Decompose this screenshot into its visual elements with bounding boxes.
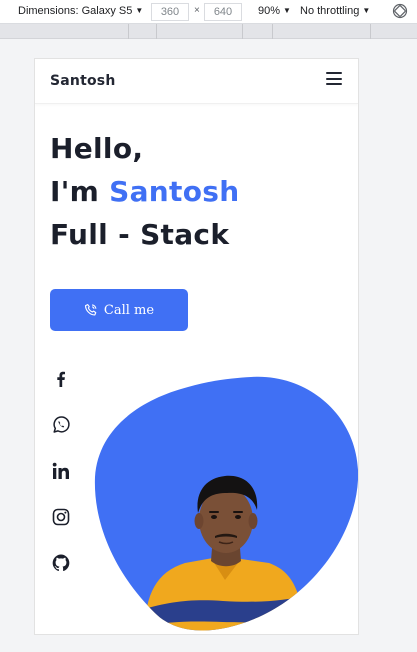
chevron-down-icon: ▼: [362, 6, 371, 15]
ruler-tick: [156, 24, 157, 39]
github-icon[interactable]: [51, 553, 71, 573]
device-select[interactable]: Dimensions: Galaxy S5 ▼: [18, 5, 143, 17]
ruler-tick: [370, 24, 371, 39]
whatsapp-icon[interactable]: [51, 415, 71, 435]
ruler-tick: [128, 24, 129, 39]
hero-name-prefix: I'm: [50, 175, 110, 208]
site-navbar: Santosh: [35, 59, 358, 104]
hamburger-menu-icon[interactable]: [326, 72, 342, 86]
chevron-down-icon: ▼: [135, 6, 144, 15]
zoom-select-label: 90%: [258, 5, 281, 17]
device-select-label: Dimensions: Galaxy S5: [18, 5, 133, 17]
hero-heading: Hello, I'm Santosh Full - Stack: [50, 127, 239, 256]
hero-line-name: I'm Santosh: [50, 170, 239, 213]
ruler-tick: [272, 24, 273, 39]
chevron-down-icon: ▼: [283, 6, 291, 15]
width-input[interactable]: 360: [151, 3, 189, 21]
linkedin-icon[interactable]: [51, 461, 71, 481]
zoom-select[interactable]: 90% ▼: [258, 5, 291, 17]
site-logo[interactable]: Santosh: [50, 73, 116, 89]
profile-photo-blob: [94, 376, 358, 631]
social-links: [51, 369, 71, 599]
facebook-icon[interactable]: [51, 369, 71, 389]
media-query-ruler[interactable]: [0, 24, 417, 39]
hero-name: Santosh: [109, 175, 240, 208]
ruler-tick: [242, 24, 243, 39]
device-viewport: Santosh Hello, I'm Santosh Full - Stack …: [34, 58, 359, 635]
phone-icon: [84, 304, 97, 316]
times-sign: ×: [194, 5, 200, 16]
throttling-select[interactable]: No throttling ▼: [300, 5, 370, 17]
call-me-label: Call me: [103, 302, 155, 318]
hero-line-role: Full - Stack: [50, 218, 230, 251]
height-input[interactable]: 640: [204, 3, 242, 21]
throttling-select-label: No throttling: [300, 5, 360, 17]
hero-line-greeting: Hello,: [50, 132, 144, 165]
call-me-button[interactable]: Call me: [50, 289, 188, 331]
instagram-icon[interactable]: [51, 507, 71, 527]
rotate-icon[interactable]: [392, 3, 408, 19]
devtools-device-toolbar: Dimensions: Galaxy S5 ▼ 360 × 640 90% ▼ No…: [0, 0, 417, 24]
